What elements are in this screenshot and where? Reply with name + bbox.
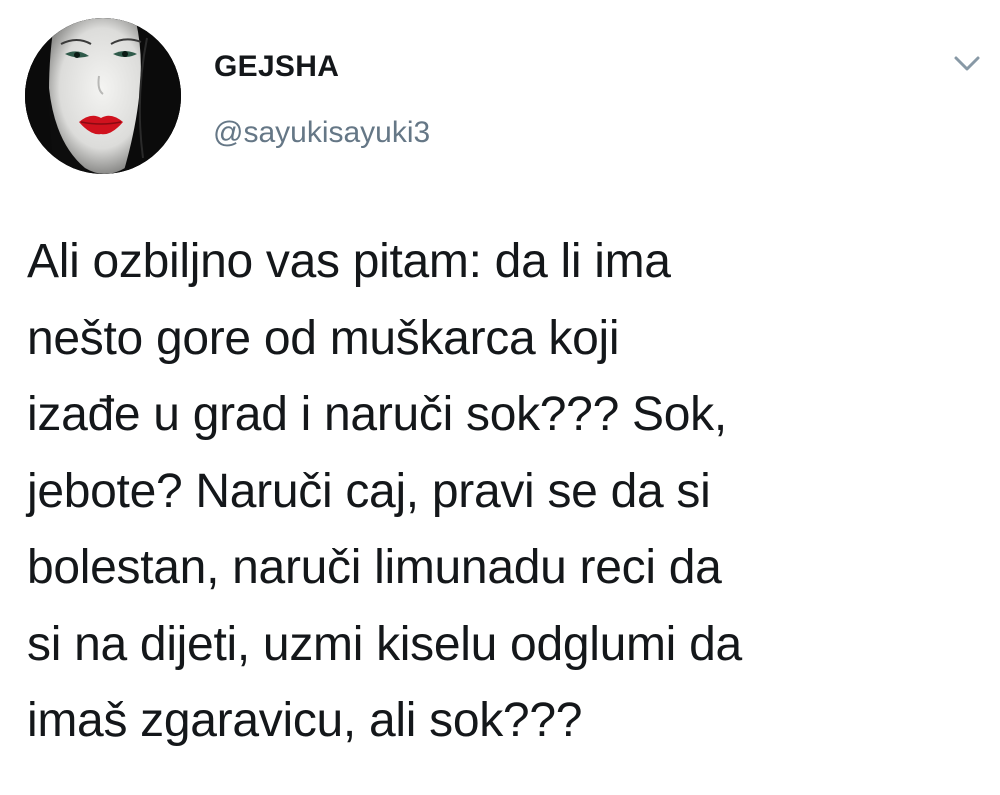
geisha-face-avatar-image (25, 18, 181, 174)
display-name[interactable]: GEJSHA (214, 50, 339, 84)
avatar[interactable] (25, 18, 181, 174)
user-handle[interactable]: @sayukisayuki3 (213, 116, 430, 150)
chevron-down-icon[interactable] (950, 50, 984, 76)
tweet-text: Ali ozbiljno vas pitam: da li ima nešto … (27, 235, 742, 747)
tweet-card: GEJSHA @sayukisayuki3 Ali ozbiljno vas p… (0, 0, 1000, 795)
